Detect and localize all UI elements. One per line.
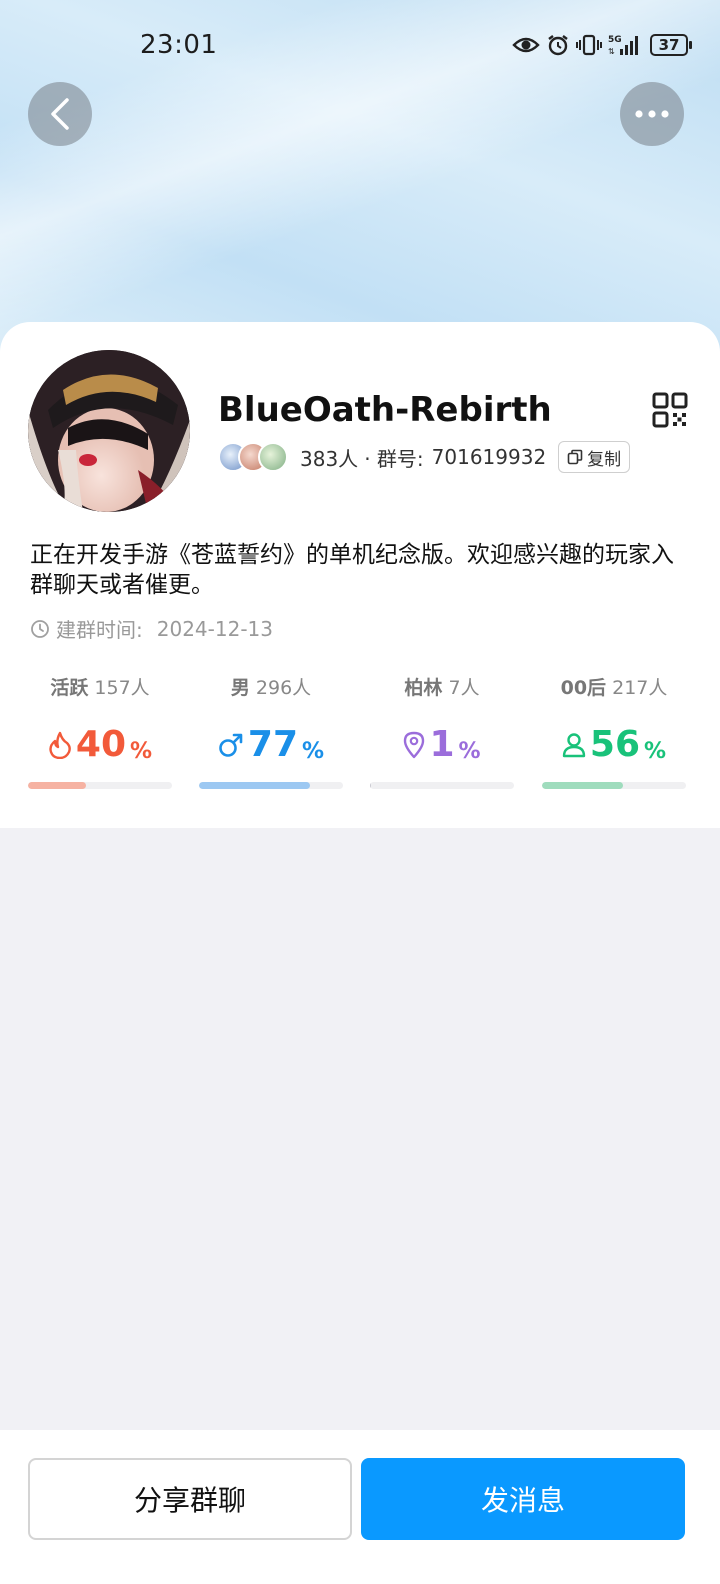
clock-icon [31,619,49,638]
group-avatar[interactable] [28,350,190,512]
qr-code-button[interactable] [652,392,688,428]
stat-value: 56 [589,724,641,765]
svg-text:⇅: ⇅ [608,47,615,56]
stat-unit: % [458,739,481,764]
stat-count: 7人 [448,677,480,699]
member-avatar [258,442,288,472]
stat-label: 活跃 [50,677,89,699]
stat-count: 217人 [612,677,668,699]
person-icon [562,733,586,758]
stat-value: 1 [429,724,455,765]
vibrate-icon [576,34,602,56]
stat-bar-track [370,782,514,789]
group-id-label: · 群号: [364,446,424,471]
stat-count: 296人 [255,677,312,699]
battery-indicator: 37 [650,34,692,56]
status-bar: 23:01 5G ⇅ 37 [0,0,720,90]
stat-value: 77 [247,724,299,765]
group-meta-row: 383人 · 群号: 701619932 复制 [218,440,631,474]
stat-unit: % [302,739,325,764]
more-dots-icon [635,110,669,118]
share-group-button[interactable]: 分享群聊 [28,1458,352,1540]
stat-unit: % [644,739,667,764]
location-pin-icon [404,731,425,759]
member-stats: 活跃 157人 40 % 男 296人 77 % 柏林 7人 1 % 00后 2… [28,674,686,794]
copy-icon [567,449,583,465]
copy-button[interactable]: 复制 [558,441,631,473]
back-button[interactable] [28,82,92,146]
stat-bar-track [199,782,343,789]
stat-bar-fill [28,782,86,789]
stat-value: 40 [75,724,127,765]
group-name: BlueOath-Rebirth [218,390,552,430]
group-id: 701619932 [431,445,547,469]
stat-label: 柏林 [404,677,443,699]
alarm-icon [548,35,568,56]
stat-age[interactable]: 00后 217人 56 % [542,674,686,789]
created-label: 建群时间: [56,618,143,642]
stat-bar-fill [542,782,623,789]
more-options-button[interactable] [620,82,684,146]
male-icon [219,733,243,757]
chevron-left-icon [51,98,69,130]
stat-bar-track [542,782,686,789]
stat-bar-track [28,782,172,789]
stat-label: 00后 [560,677,607,699]
send-message-button[interactable]: 发消息 [361,1458,685,1540]
qr-code-icon [652,392,688,428]
stat-unit: % [130,739,153,764]
copy-label: 复制 [587,449,622,470]
svg-text:5G: 5G [608,35,622,45]
group-info-card: BlueOath-Rebirth 383人 · 群号: 701619932 复制… [0,322,720,828]
stat-bar-fill [370,782,372,789]
bottom-action-bar: 分享群聊 发消息 [0,1430,720,1584]
stat-location[interactable]: 柏林 7人 1 % [370,674,514,789]
stat-active[interactable]: 活跃 157人 40 % [28,674,172,789]
flame-icon [49,731,71,759]
created-date-row: 建群时间: 2024-12-13 [30,614,273,643]
stat-label: 男 [230,677,250,699]
stat-male[interactable]: 男 296人 77 % [199,674,343,789]
status-time: 23:01 [140,30,218,60]
created-date: 2024-12-13 [156,616,273,641]
stat-bar-fill [199,782,310,789]
stat-count: 157人 [94,677,150,699]
status-icons: 5G ⇅ 37 [512,30,692,60]
signal-5g-icon: 5G ⇅ [608,35,638,56]
member-count: 383人 [300,446,359,471]
group-description: 正在开发手游《苍蓝誓约》的单机纪念版。欢迎感兴趣的玩家入群聊天或者催更。 [30,542,674,598]
member-avatars[interactable] [218,442,288,472]
eye-icon [512,37,540,53]
